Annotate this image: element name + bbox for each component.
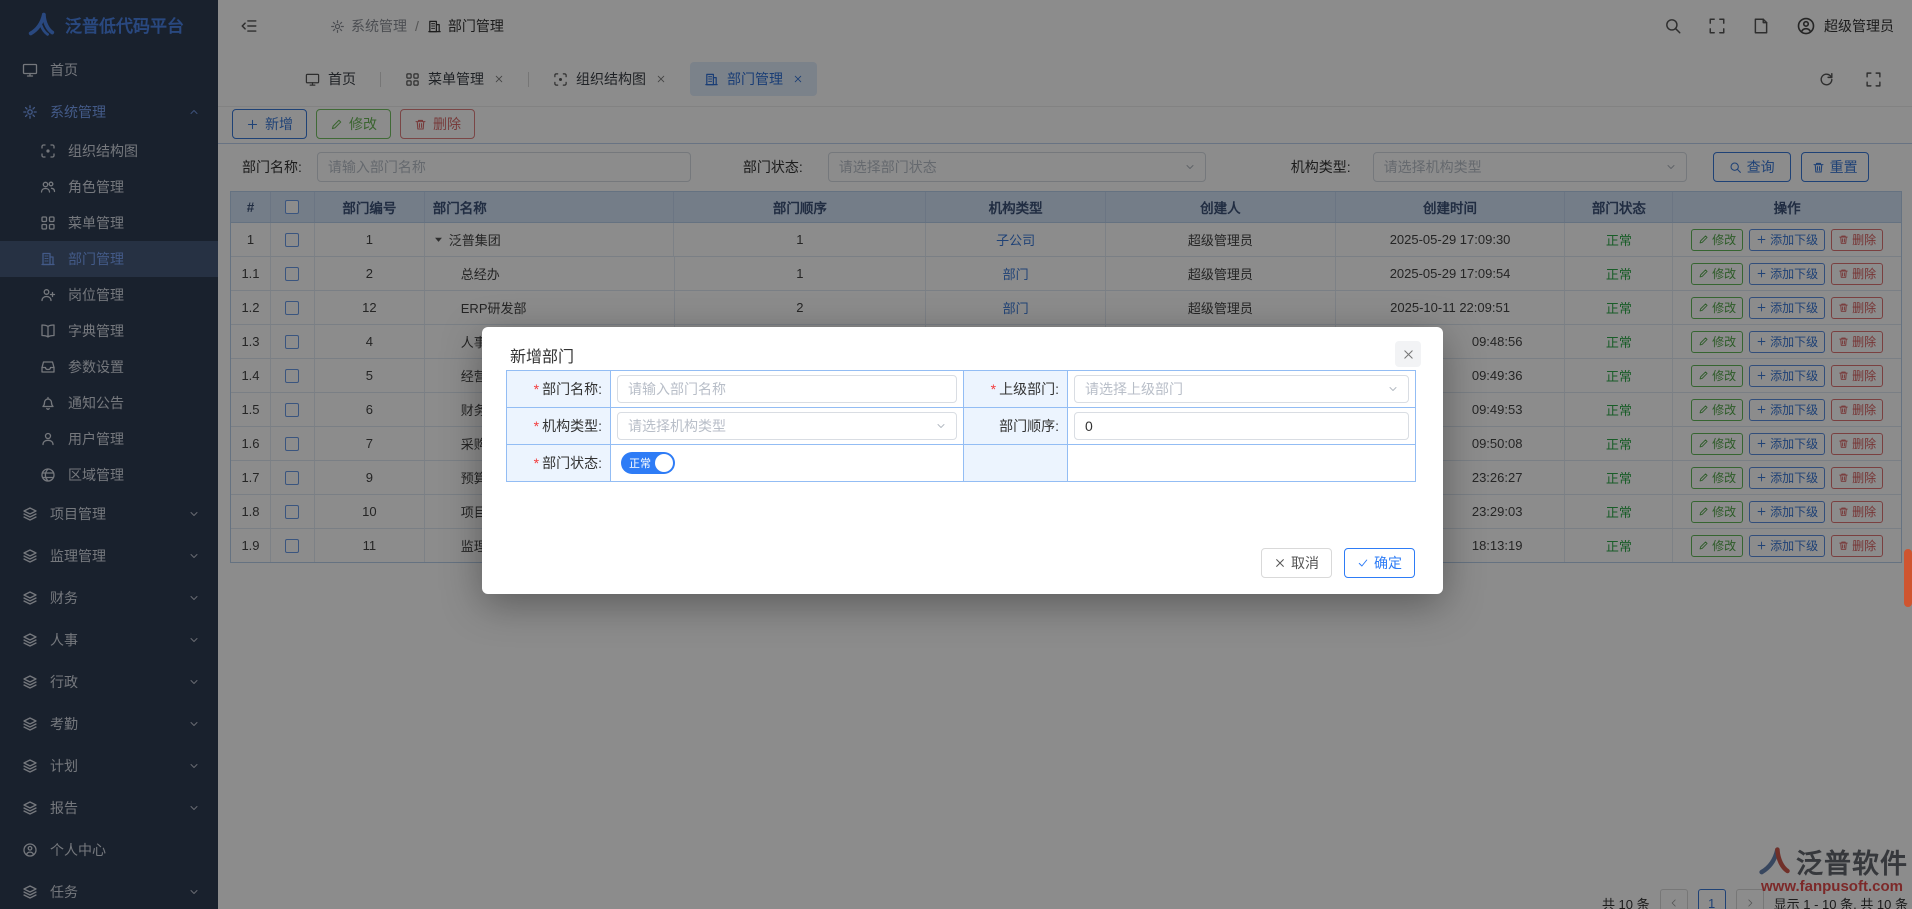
required-mark: * [991, 381, 996, 397]
close-icon [1402, 348, 1415, 361]
confirm-button[interactable]: 确定 [1344, 548, 1415, 578]
modal-form: * 部门名称: * 上级部门: * 机构类型: 部门顺序 [506, 370, 1416, 482]
required-mark: * [534, 455, 539, 471]
toggle-knob [655, 454, 673, 472]
toggle-label: 正常 [629, 455, 651, 471]
modal-footer: 取消 确定 [1261, 548, 1415, 578]
org-type-field-label: * 机构类型: [507, 408, 611, 445]
dept-order-field-label: 部门顺序: [964, 408, 1068, 445]
dept-status-field-label: * 部门状态: [507, 445, 611, 482]
required-mark: * [534, 381, 539, 397]
dept-order-input[interactable] [1074, 412, 1409, 440]
modal-title: 新增部门 [510, 343, 574, 367]
dept-status-toggle[interactable]: 正常 [621, 452, 675, 474]
org-type-select[interactable] [617, 412, 957, 440]
cancel-button-label: 取消 [1291, 553, 1319, 573]
check-icon [1357, 557, 1369, 569]
cancel-button[interactable]: 取消 [1261, 548, 1332, 578]
required-mark: * [534, 418, 539, 434]
add-department-modal: 新增部门 * 部门名称: * 上级部门: * 机构类型: [482, 327, 1443, 594]
parent-dept-select[interactable] [1074, 375, 1409, 403]
parent-dept-field-label: * 上级部门: [964, 371, 1068, 408]
empty-field-cell [1068, 445, 1416, 482]
confirm-button-label: 确定 [1374, 553, 1402, 573]
empty-label-cell [964, 445, 1068, 482]
dept-name-field-label: * 部门名称: [507, 371, 611, 408]
close-icon [1274, 557, 1286, 569]
modal-close-button[interactable] [1395, 341, 1421, 367]
dept-name-input[interactable] [617, 375, 957, 403]
scrollbar-thumb[interactable] [1904, 549, 1912, 607]
